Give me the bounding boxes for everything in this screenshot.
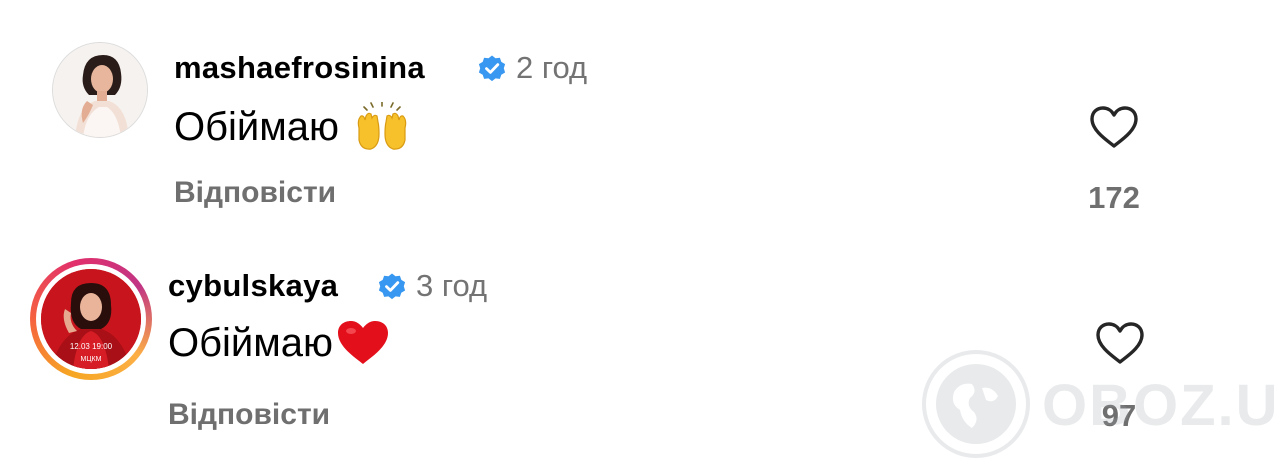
avatar-date-text: 12.03 19:00 — [70, 342, 113, 351]
comment-timestamp: 3 год — [416, 268, 488, 303]
like-count: 172 — [1088, 180, 1140, 215]
verified-badge-icon — [478, 55, 506, 82]
watermark: OBOZ.UA — [920, 348, 1280, 460]
reply-button[interactable]: Відповісти — [174, 176, 336, 210]
heart-like-icon[interactable] — [1088, 104, 1140, 150]
comment-item: mashaefrosinina 2 год Обіймаю Відповісти… — [0, 0, 1280, 220]
avatar-photo: 12.03 19:00 МЦКМ — [41, 269, 141, 369]
avatar-venue-text: МЦКМ — [81, 356, 102, 363]
comment-timestamp: 2 год — [516, 50, 588, 85]
avatar[interactable]: 12.03 19:00 МЦКМ — [41, 269, 141, 369]
comment-text-value: Обіймаю — [168, 320, 333, 365]
username[interactable]: cybulskaya — [168, 268, 338, 304]
verified-badge-icon — [378, 273, 406, 300]
comment-text: Обіймаю — [168, 318, 391, 368]
comment-text-value: Обіймаю — [174, 104, 339, 149]
watermark-text: OBOZ.UA — [1042, 373, 1280, 438]
raising-hands-emoji-icon — [357, 102, 407, 150]
red-heart-emoji-icon — [338, 321, 388, 364]
username[interactable]: mashaefrosinina — [174, 50, 425, 86]
avatar-photo — [53, 43, 147, 137]
avatar[interactable] — [52, 42, 148, 138]
comment-text: Обіймаю — [174, 102, 411, 152]
reply-button[interactable]: Відповісти — [168, 398, 330, 432]
globe-logo-icon — [922, 350, 1030, 458]
